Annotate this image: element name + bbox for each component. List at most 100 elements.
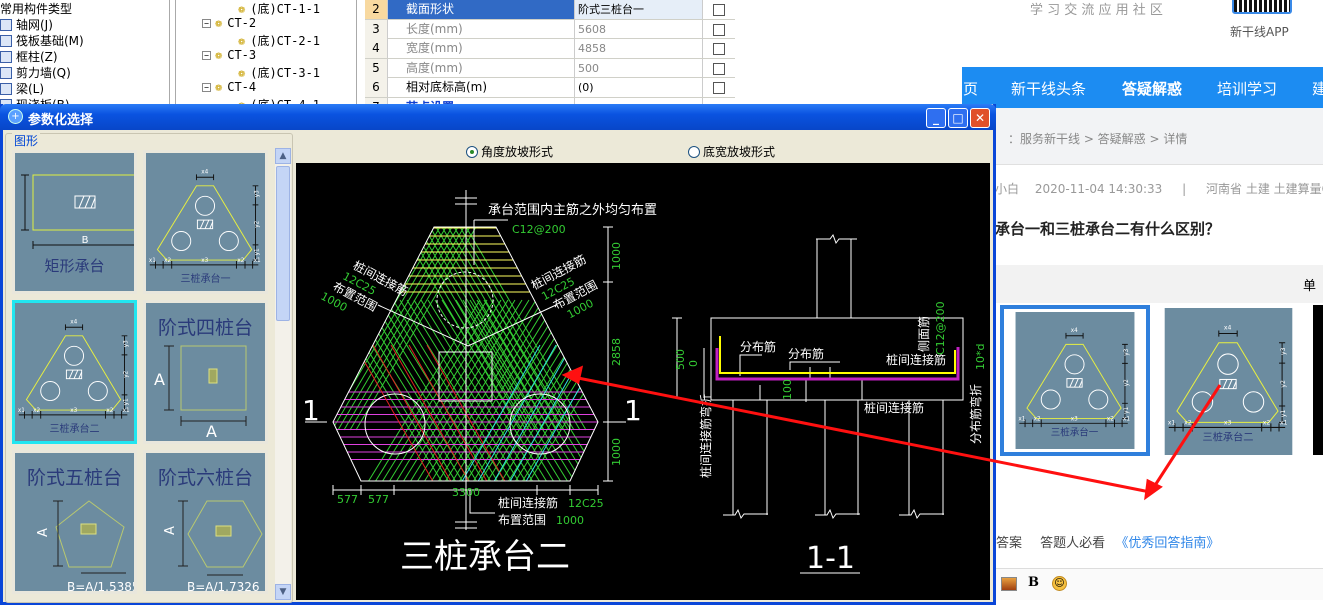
checkbox[interactable]: [713, 4, 725, 16]
tree-item[interactable]: − ❁ CT-4: [202, 80, 256, 94]
scroll-down-button[interactable]: ▼: [275, 584, 291, 600]
svg-text:1000: 1000: [610, 242, 623, 270]
collapse-icon[interactable]: −: [202, 19, 211, 28]
nav-headlines[interactable]: 新干线头条: [1011, 78, 1086, 99]
component-item[interactable]: 框柱(Z): [0, 48, 58, 65]
radio-checked-icon: [466, 146, 478, 158]
thumb-stepped-four-pile[interactable]: 阶式四桩台 A A: [143, 300, 268, 444]
property-row[interactable]: 5 高度(mm) 500: [365, 58, 735, 78]
close-button[interactable]: ✕: [970, 108, 990, 128]
question-image-1[interactable]: 三桩承台一: [1000, 305, 1150, 456]
svg-text:10*d: 10*d: [974, 344, 987, 370]
emoji-icon[interactable]: ☺: [1052, 576, 1067, 591]
scroll-thumb[interactable]: [276, 166, 290, 321]
axis-grid-icon: [0, 19, 12, 31]
svg-text:桩间连接筋: 桩间连接筋: [864, 400, 924, 415]
property-row[interactable]: 6 相对底标高(m) (0): [365, 78, 735, 98]
svg-text:桩间连接筋弯折: 桩间连接筋弯折: [698, 394, 713, 478]
radio-width-slope[interactable]: 底宽放坡形式: [688, 143, 775, 160]
tree-item[interactable]: ❁ (底)CT-2-1: [238, 32, 320, 49]
property-row[interactable]: 3 长度(mm) 5608: [365, 19, 735, 39]
thumb-stepped-six-pile[interactable]: 阶式六桩台 A B=A/1.7326: [143, 450, 268, 594]
svg-text:B=A/1.7326: B=A/1.7326: [187, 580, 260, 591]
image-band: 单: [995, 265, 1323, 303]
qr-code-icon: [1232, 0, 1292, 14]
checkbox[interactable]: [713, 82, 725, 94]
thumb-three-pile-cap-1[interactable]: 三桩承台一: [143, 150, 268, 294]
five-pile-diagram: A B=A/1.5385: [36, 500, 134, 591]
collapse-icon[interactable]: −: [202, 83, 211, 92]
tree-item[interactable]: − ❁ CT-3: [202, 48, 256, 62]
svg-text:1-1: 1-1: [806, 541, 855, 576]
question-image-2[interactable]: 三桩承台二: [1157, 308, 1300, 455]
guide-link[interactable]: 《优秀回答指南》: [1115, 536, 1219, 551]
tree-item[interactable]: − ❁ CT-2: [202, 16, 256, 30]
slope-mode-radios: 角度放坡形式 底宽放坡形式: [296, 135, 990, 163]
wall-icon: [0, 67, 12, 79]
component-item[interactable]: 轴网(J): [0, 16, 53, 33]
checkbox[interactable]: [713, 62, 725, 75]
svg-text:桩间连接筋: 桩间连接筋: [498, 495, 558, 510]
answer-hints: 答案 答题人必看 《优秀回答指南》: [996, 536, 1220, 551]
bold-button[interactable]: B: [1028, 575, 1039, 590]
svg-text:0: 0: [687, 360, 700, 367]
plan-outline: [305, 190, 626, 530]
gear-icon: ❁: [215, 16, 223, 30]
thumbnail-scrollbar[interactable]: ▲ ▼: [275, 148, 291, 600]
svg-text:A: A: [154, 370, 165, 389]
svg-text:C12@200: C12@200: [512, 223, 566, 236]
tree-item[interactable]: ❁ (底)CT-3-1: [238, 64, 320, 81]
gear-icon: ❁: [215, 48, 223, 62]
svg-text:2858: 2858: [610, 338, 623, 366]
app-icon: +: [8, 109, 23, 124]
svg-text:B: B: [82, 235, 89, 246]
tree-item[interactable]: ❁ (底)CT-1-1: [238, 0, 320, 17]
property-row[interactable]: 4 宽度(mm) 4858: [365, 39, 735, 59]
editor-toolbar: B ☺: [996, 568, 1323, 600]
tags: 河南省 土建 土建算量GT: [1206, 182, 1323, 196]
component-item[interactable]: 筏板基础(M): [0, 32, 84, 49]
author[interactable]: 小白: [995, 182, 1019, 196]
thumb-three-pile-cap-2[interactable]: 三桩承台二: [12, 300, 137, 444]
svg-text:三桩承台二: 三桩承台二: [400, 537, 570, 577]
cad-drawing: 承台范围内主筋之外均匀布置 C12@200 桩间连接筋12C25布置范围1000…: [302, 190, 987, 577]
four-pile-diagram: A A: [154, 345, 247, 441]
dialog-titlebar[interactable]: + 参数化选择 _ □ ✕: [0, 104, 996, 130]
site-slogan: 学 习 交 流 应 用 社 区: [1030, 3, 1163, 18]
checkbox[interactable]: [713, 43, 725, 55]
nav-more[interactable]: 建: [1312, 78, 1323, 99]
component-item[interactable]: 剪力墙(Q): [0, 64, 71, 81]
checkbox[interactable]: [713, 23, 725, 36]
radio-angle-slope[interactable]: 角度放坡形式: [466, 143, 553, 160]
scroll-up-button[interactable]: ▲: [275, 148, 291, 164]
group-label: 图形: [12, 132, 41, 149]
thumb-stepped-five-pile[interactable]: 阶式五桩台 A B=A/1.5385: [12, 450, 137, 594]
maximize-button[interactable]: □: [948, 108, 968, 128]
svg-text:1: 1: [624, 394, 642, 427]
thumb-rect-cap[interactable]: B 矩形承台: [12, 150, 137, 294]
nav-training[interactable]: 培训学习: [1217, 78, 1277, 99]
plan-labels: 承台范围内主筋之外均匀布置 C12@200 桩间连接筋 12C25 布置范围 1000…: [302, 202, 657, 577]
site-nav: 页 新干线头条 答疑解惑 培训学习 建: [962, 67, 1323, 108]
beam-icon: [0, 83, 12, 95]
nav-qa[interactable]: 答疑解惑: [1122, 78, 1182, 99]
svg-text:侧面筋: 侧面筋: [916, 316, 931, 352]
datetime: 2020-11-04 14:30:33: [1034, 182, 1163, 196]
collapse-icon[interactable]: −: [202, 51, 211, 60]
nav-home[interactable]: 页: [963, 78, 978, 99]
property-row[interactable]: 2 截面形状 阶式三桩台一: [365, 0, 735, 20]
component-type-heading: 常用构件类型: [0, 2, 73, 16]
component-type-panel: 常用构件类型 轴网(J) 筏板基础(M) 框柱(Z) 剪力墙(Q) 梁(L) 现…: [0, 0, 170, 112]
app-label[interactable]: 新干线APP: [1230, 23, 1289, 40]
gear-icon: ❁: [238, 66, 246, 80]
svg-text:三桩承台二: 三桩承台二: [1203, 431, 1254, 444]
svg-text:3300: 3300: [452, 486, 480, 499]
svg-text:1000: 1000: [610, 438, 623, 466]
svg-text:A: A: [36, 528, 51, 537]
svg-text:C12@200: C12@200: [934, 301, 947, 355]
svg-text:12C25: 12C25: [568, 497, 604, 510]
insert-image-icon[interactable]: [1001, 577, 1017, 591]
component-item[interactable]: 梁(L): [0, 80, 44, 97]
svg-text:分布筋弯折: 分布筋弯折: [968, 384, 983, 444]
minimize-button[interactable]: _: [926, 108, 946, 128]
